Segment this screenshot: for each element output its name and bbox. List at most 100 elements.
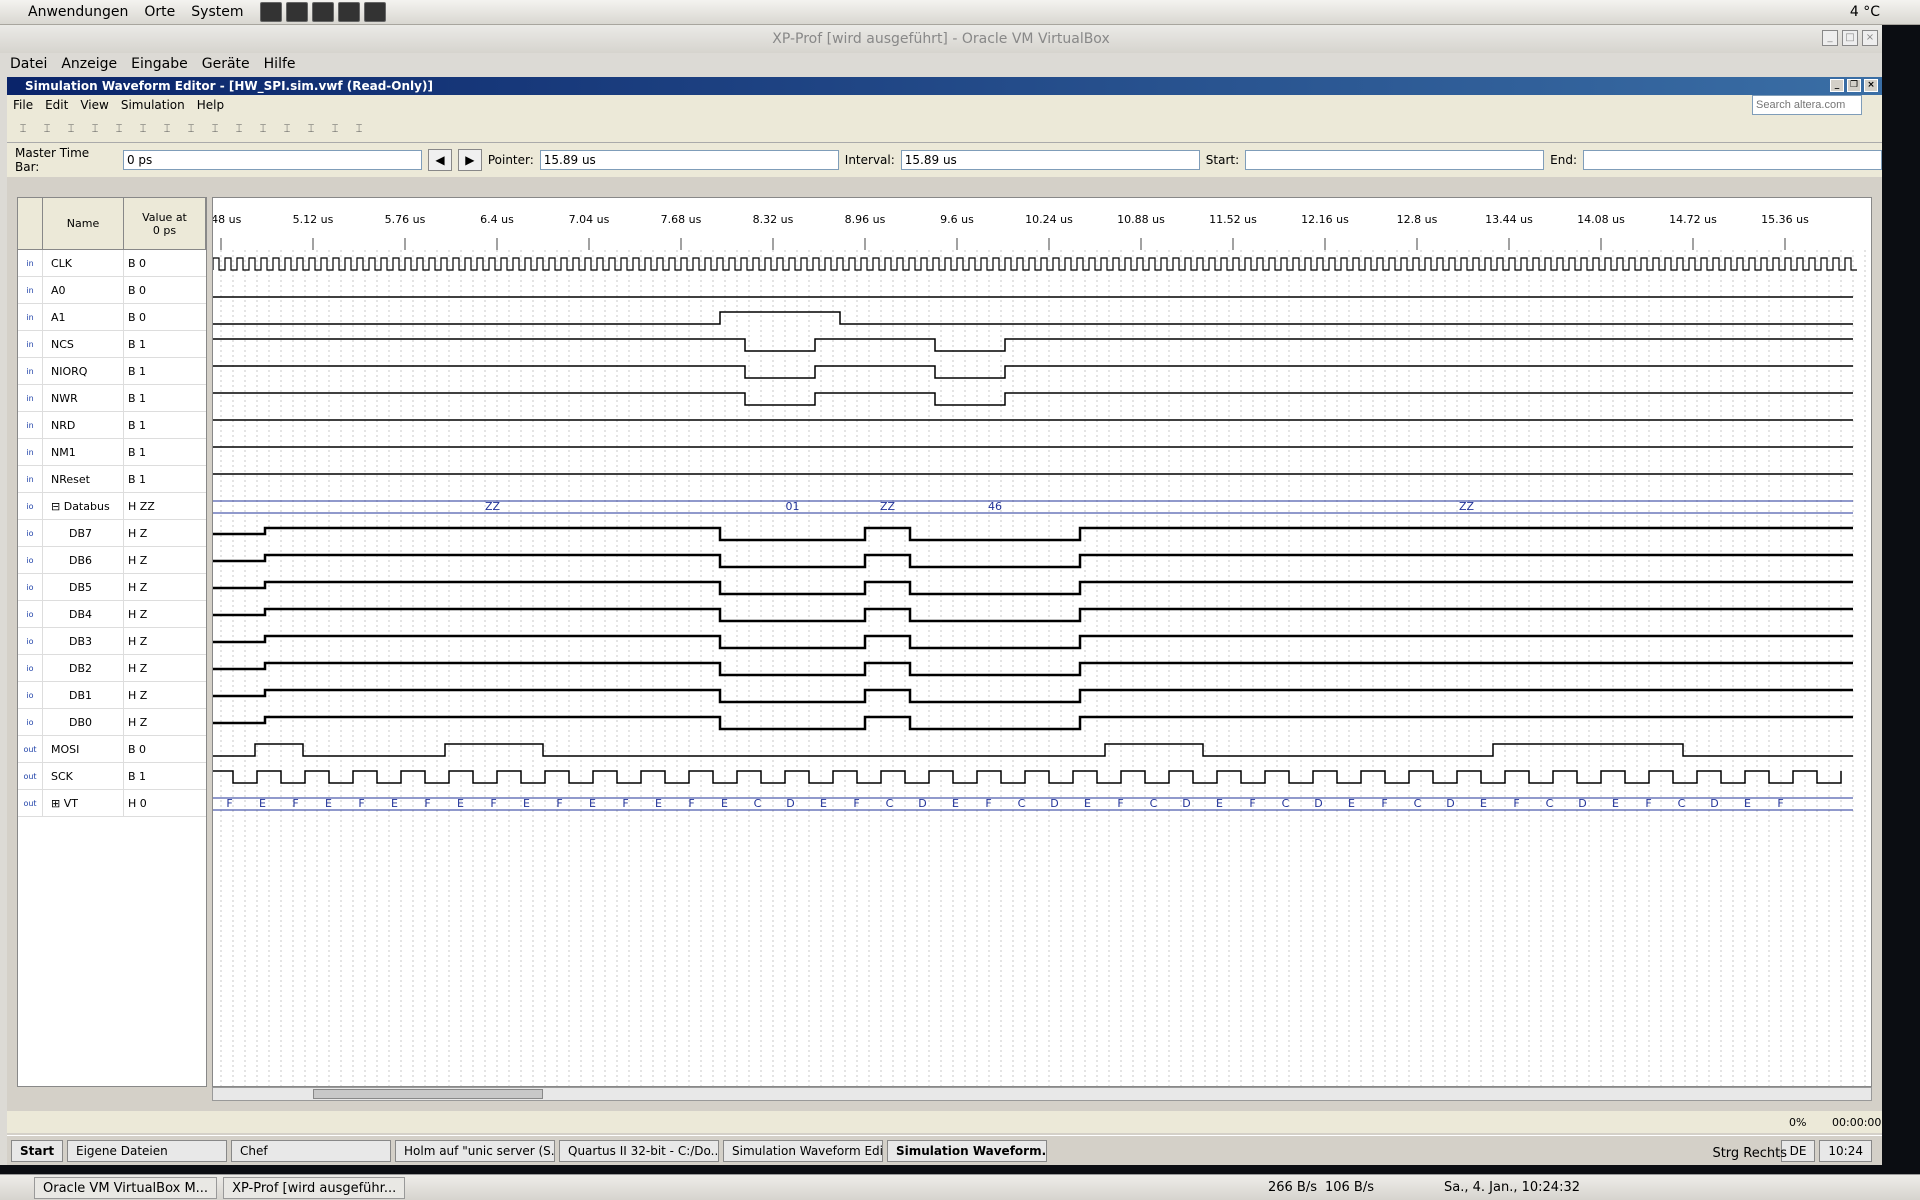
weak-high-icon[interactable]: ⌶ [182,120,200,138]
signal-row[interactable]: io DB1 H Z [18,682,206,709]
selection-tool-icon[interactable]: ⌶ [14,120,32,138]
close-icon[interactable]: × [1862,30,1878,46]
signal-row[interactable]: out SCK B 1 [18,763,206,790]
bus-value-label: F [556,797,562,810]
in-pin-icon: in [18,304,43,330]
io-pin-icon: io [18,628,43,654]
menu-view[interactable]: View [80,98,108,112]
signal-row[interactable]: io DB2 H Z [18,655,206,682]
expand-icon[interactable]: ⊞ [51,797,64,810]
signal-row[interactable]: out ⊞ VT H 0 [18,790,206,817]
forcing-low-icon[interactable]: ⌶ [86,120,104,138]
bus-value-label: E [1612,797,1619,810]
signal-row[interactable]: io DB6 H Z [18,547,206,574]
window-list-item[interactable]: Oracle VM VirtualBox M... [34,1176,218,1199]
signal-row[interactable]: io DB7 H Z [18,520,206,547]
horizontal-scrollbar[interactable] [212,1087,1872,1101]
tick-label: 10.88 us [1117,213,1165,226]
name-column-header[interactable]: Name [43,198,124,249]
signal-row[interactable]: io ⊟ Databus H ZZ [18,493,206,520]
waveform-canvas[interactable]: 4.48 us 5.12 us 5.76 us 6.4 us 7.04 us 7.68 u… [213,198,1872,1087]
expand-icon[interactable]: ⊟ [51,500,64,513]
menu-edit[interactable]: Edit [45,98,68,112]
random-value-icon[interactable]: ⌶ [278,120,296,138]
signal-row[interactable]: in NIORQ B 1 [18,358,206,385]
signal-row[interactable]: in CLK B 0 [18,250,206,277]
clock-value-icon[interactable]: ⌶ [254,120,272,138]
applications-menu[interactable]: Anwendungen [0,0,136,25]
signal-row[interactable]: in NWR B 1 [18,385,206,412]
signal-row[interactable]: in A0 B 0 [18,277,206,304]
launcher-icon[interactable] [285,2,308,22]
forcing-high-icon[interactable]: ⌶ [110,120,128,138]
signal-row[interactable]: in A1 B 0 [18,304,206,331]
master-time-bar-label: Master Time Bar: [15,146,90,174]
menu-eingabe[interactable]: Eingabe [131,56,188,72]
waveform-pane[interactable]: 4.48 us 5.12 us 5.76 us 6.4 us 7.04 us 7.68 u… [212,197,1872,1087]
signal-row[interactable]: out MOSI B 0 [18,736,206,763]
search-input[interactable] [1752,95,1862,115]
signal-row[interactable]: in NM1 B 1 [18,439,206,466]
launcher-icon[interactable] [337,2,360,22]
forcing-unknown-icon[interactable]: ⌶ [62,120,80,138]
vbox-menu-bar: Datei Anzeige Eingabe Geräte Hilfe [0,53,1882,75]
tick-label: 7.04 us [569,213,610,226]
elapsed-time: 00:00:00 [1832,1116,1882,1129]
launcher-icon[interactable] [363,2,386,22]
menu-anzeige[interactable]: Anzeige [61,56,117,72]
grid-icon[interactable]: ⌶ [350,120,368,138]
scrollbar-thumb[interactable] [313,1089,543,1099]
next-transition-button[interactable]: ▶ [457,149,482,171]
status-bar: 0% 00:00:00 [7,1111,1882,1133]
nwr-waveform [213,392,1853,406]
signal-value: B 1 [128,337,147,351]
menu-datei[interactable]: Datei [10,56,47,72]
menu-help[interactable]: Help [197,98,224,112]
menu-file[interactable]: File [13,98,33,112]
arbitrary-value-icon[interactable]: ⌶ [302,120,320,138]
io-pin-icon: io [18,493,43,519]
signal-row[interactable]: in NReset B 1 [18,466,206,493]
high-impedance-icon[interactable]: ⌶ [134,120,152,138]
menu-geraete[interactable]: Geräte [202,56,250,72]
signal-name: NM1 [43,439,124,465]
bottom-panel: Oracle VM VirtualBox M... XP-Prof [wird … [0,1174,1920,1200]
close-icon[interactable]: × [1864,79,1878,92]
zoom-tool-icon[interactable]: ⌶ [38,120,56,138]
invert-icon[interactable]: ⌶ [206,120,224,138]
snap-icon[interactable]: ⌶ [326,120,344,138]
signal-row[interactable]: io DB4 H Z [18,601,206,628]
end-input[interactable] [1583,150,1882,170]
system-menu[interactable]: System [183,0,251,25]
weather-applet[interactable]: 4 °C [1850,0,1880,25]
places-menu[interactable]: Orte [136,0,183,25]
signal-value: H Z [128,634,148,648]
count-value-icon[interactable]: ⌶ [230,120,248,138]
signal-row[interactable]: io DB5 H Z [18,574,206,601]
weak-low-icon[interactable]: ⌶ [158,120,176,138]
menu-simulation[interactable]: Simulation [121,98,185,112]
restore-icon[interactable]: ❐ [1847,79,1861,92]
minimize-icon[interactable]: _ [1830,79,1844,92]
progress-text: 0% [1789,1116,1807,1129]
signal-row[interactable]: io DB0 H Z [18,709,206,736]
pointer-input[interactable] [539,150,839,170]
launcher-icon[interactable] [311,2,334,22]
start-input[interactable] [1245,150,1545,170]
signal-row[interactable]: in NRD B 1 [18,412,206,439]
window-list-item[interactable]: XP-Prof [wird ausgeführ... [223,1176,406,1199]
signal-value: H Z [128,526,148,540]
value-column-header[interactable]: Value at 0 ps [124,198,206,249]
previous-transition-button[interactable]: ◀ [427,149,452,171]
tick-label: 15.36 us [1761,213,1809,226]
signal-row[interactable]: io DB3 H Z [18,628,206,655]
maximize-icon[interactable]: □ [1842,30,1858,46]
signal-row[interactable]: in NCS B 1 [18,331,206,358]
interval-input[interactable] [900,150,1200,170]
in-pin-icon: in [18,358,43,384]
minimize-icon[interactable]: _ [1822,30,1838,46]
menu-hilfe[interactable]: Hilfe [264,56,296,72]
bus-value-label: D [918,797,926,810]
master-time-bar-input[interactable] [122,150,422,170]
launcher-icon[interactable] [259,2,282,22]
